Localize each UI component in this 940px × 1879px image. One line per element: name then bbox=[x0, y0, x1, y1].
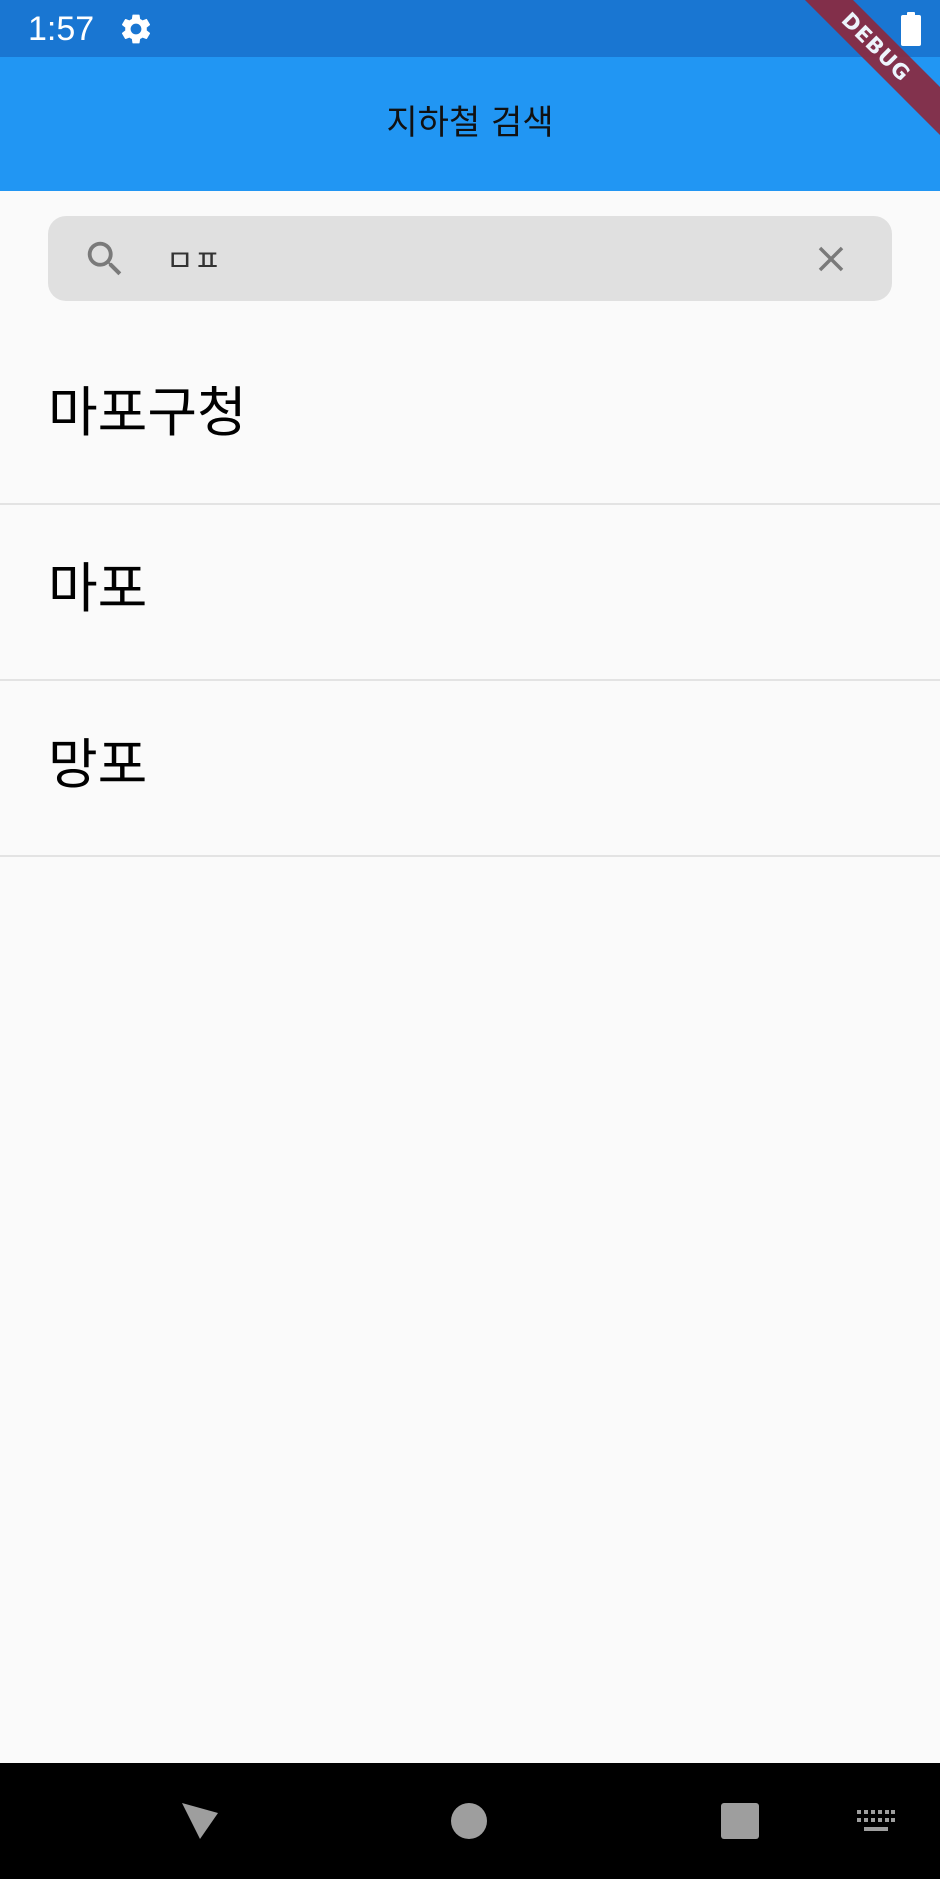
close-icon[interactable] bbox=[810, 238, 852, 280]
list-item[interactable]: 마포구청 bbox=[0, 329, 940, 505]
list-item[interactable]: 망포 bbox=[0, 681, 940, 857]
gear-icon bbox=[121, 14, 151, 44]
search-icon bbox=[87, 241, 122, 276]
status-bar: 1:57 bbox=[0, 0, 940, 57]
navigation-bar bbox=[0, 1763, 940, 1879]
status-time: 1:57 bbox=[28, 10, 95, 48]
page-title: 지하철 검색 bbox=[386, 103, 554, 143]
app-bar: 지하철 검색 bbox=[0, 57, 940, 191]
list-item[interactable]: 마포 bbox=[0, 505, 940, 681]
search-box[interactable] bbox=[48, 216, 892, 301]
back-triangle-icon[interactable] bbox=[178, 1799, 222, 1843]
battery-full-icon bbox=[901, 12, 921, 46]
search-input[interactable] bbox=[166, 230, 726, 286]
keyboard-icon[interactable] bbox=[856, 1809, 896, 1835]
recents-square-icon[interactable] bbox=[721, 1803, 759, 1839]
result-list: 마포구청 마포 망포 bbox=[0, 329, 940, 857]
list-item-label: 마포구청 bbox=[48, 381, 247, 444]
list-item-label: 마포 bbox=[48, 557, 148, 620]
home-circle-icon[interactable] bbox=[451, 1803, 487, 1839]
list-item-label: 망포 bbox=[48, 733, 148, 796]
